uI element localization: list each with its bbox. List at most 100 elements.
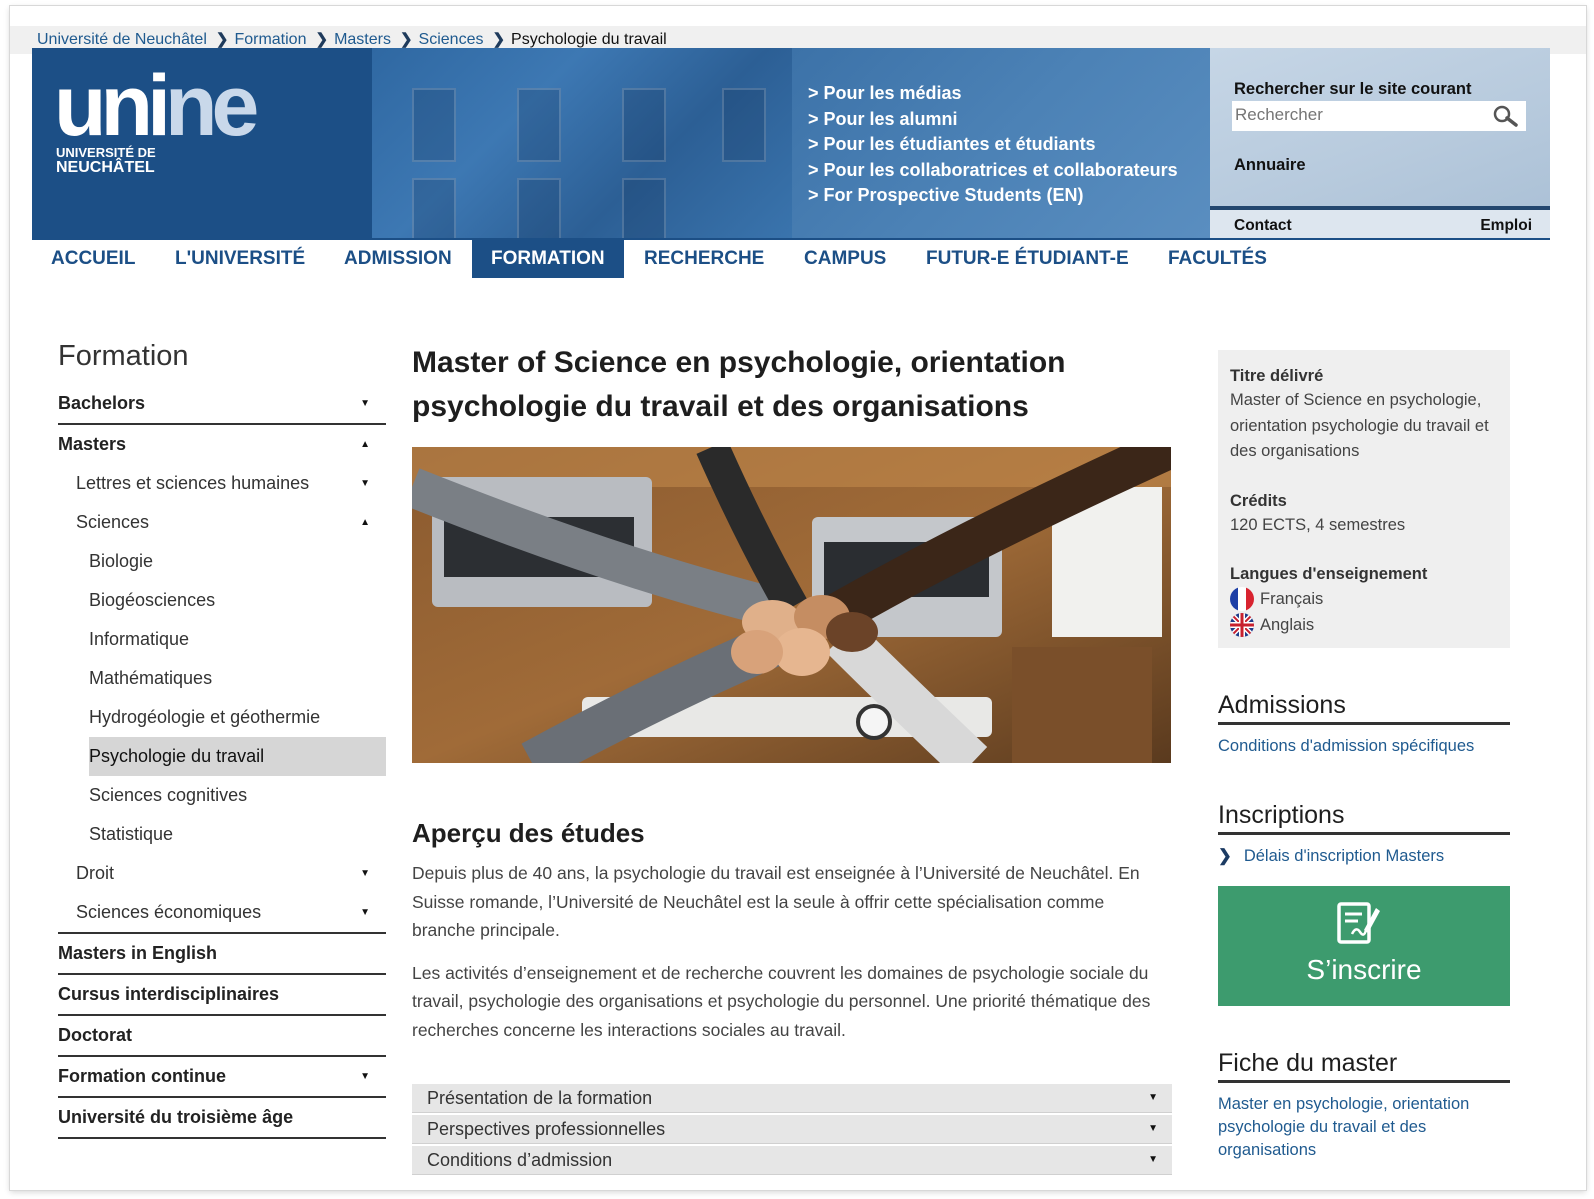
page-title-line2: psychologie du travail et des organisati… [412,390,1029,423]
sidebar-item-cursus-interdisciplinaires[interactable]: Cursus interdisciplinaires [58,975,386,1016]
nav-recherche[interactable]: RECHERCHE [644,240,764,278]
inscrire-label: S’inscrire [1306,954,1422,985]
caret-up-icon[interactable]: ▲ [360,503,370,542]
logo-text-uni: uni [54,58,171,154]
sidebar-item-lettres[interactable]: Lettres et sciences humaines ▼ [58,464,386,503]
nav-accueil[interactable]: ACCUEIL [51,240,135,278]
breadcrumb-current: Psychologie du travail [511,31,667,48]
main-nav: ACCUEIL L'UNIVERSITÉ ADMISSION FORMATION… [32,238,1550,280]
caret-down-icon[interactable]: ▼ [360,854,370,893]
sidebar-item-label: Droit [76,863,115,883]
sidebar-item-statistique[interactable]: Statistique [58,815,386,854]
chevron-right-icon: ❯ [1218,847,1232,865]
admissions-heading: Admissions [1218,688,1510,725]
inscription-deadlines-link[interactable]: ❯ Délais d'inscription Masters [1218,845,1510,868]
sidebar-item-droit[interactable]: Droit ▼ [58,854,386,893]
inscrire-button[interactable]: S’inscrire [1218,886,1510,1006]
overview-paragraph-1: Depuis plus de 40 ans, la psychologie du… [412,863,1140,940]
search-title: Rechercher sur le site courant [1234,80,1472,98]
chevron-right-icon: ❯ [399,31,413,48]
nav-universite[interactable]: L'UNIVERSITÉ [175,240,305,278]
caret-down-icon: ▼ [1148,1123,1158,1134]
nav-formation[interactable]: FORMATION [472,240,624,278]
accordion: Présentation de la formation ▼ Perspectiv… [412,1084,1172,1175]
inscription-deadlines-label: Délais d'inscription Masters [1243,847,1445,865]
titre-label: Titre délivré [1230,367,1324,385]
sidebar-item-biogeosciences[interactable]: Biogéosciences [58,581,386,620]
page-title-line1: Master of Science en psychologie, orient… [412,346,1066,379]
audience-links: > Pour les médias > Pour les alumni > Po… [792,48,1210,238]
sidebar-title: Formation [58,340,189,372]
caret-down-icon[interactable]: ▼ [360,893,370,932]
accordion-label: Conditions d’admission [427,1150,613,1170]
sidebar-item-label: Sciences économiques [76,902,262,922]
link-medias[interactable]: > Pour les médias [808,81,1178,107]
search-box[interactable] [1232,101,1526,131]
sidebar-item-psychologie-travail[interactable]: Psychologie du travail [89,737,386,776]
langues-label: Langues d'enseignement [1230,565,1428,583]
right-sidebar: Titre délivré Master of Science en psych… [1218,350,1510,1162]
chevron-right-icon: ❯ [215,31,229,48]
language-label: Français [1260,590,1324,608]
breadcrumb-link-unine[interactable]: Université de Neuchâtel [37,31,207,49]
nav-facultes[interactable]: FACULTÉS [1168,240,1267,278]
sidebar-item-sciences-economiques[interactable]: Sciences économiques ▼ [58,893,386,934]
sidebar-item-doctorat[interactable]: Doctorat [58,1016,386,1057]
caret-down-icon[interactable]: ▼ [360,464,370,503]
breadcrumb-link-formation[interactable]: Formation [234,31,306,49]
sidebar-item-troisieme-age[interactable]: Université du troisième âge [58,1098,386,1139]
sidebar-item-label: Masters [58,434,127,454]
sidebar-item-formation-continue[interactable]: Formation continue ▼ [58,1057,386,1098]
caret-down-icon[interactable]: ▼ [360,384,370,423]
contact-link[interactable]: Contact [1234,217,1292,235]
nav-admission[interactable]: ADMISSION [344,240,452,278]
fiche-master-link[interactable]: Master en psychologie, orientation psych… [1218,1095,1469,1159]
sidebar-item-sciences[interactable]: Sciences ▲ [58,503,386,542]
caret-down-icon[interactable]: ▼ [360,1057,370,1096]
language-item-english: Anglais [1230,612,1498,638]
sidebar-item-mathematiques[interactable]: Mathématiques [58,659,386,698]
breadcrumb-link-masters[interactable]: Masters [334,31,391,49]
sidebar-item-sciences-cognitives[interactable]: Sciences cognitives [58,776,386,815]
search-panel: Rechercher sur le site courant Annuaire … [1210,48,1550,238]
admission-conditions-link[interactable]: Conditions d'admission spécifiques [1218,737,1474,755]
sidebar-item-hydrogeologie[interactable]: Hydrogéologie et géothermie [58,698,386,737]
link-collaborateurs[interactable]: > Pour les collaboratrices et collaborat… [808,158,1178,184]
breadcrumb-link-sciences[interactable]: Sciences [419,31,484,49]
search-input[interactable] [1235,105,1475,125]
sidebar-item-label: Formation continue [58,1066,226,1086]
credits-label: Crédits [1230,491,1287,510]
sidebar-item-label: Lettres et sciences humaines [76,473,310,493]
caret-up-icon[interactable]: ▲ [360,425,370,464]
logo-subtitle-city: NEUCHÂTEL [56,159,155,176]
accordion-conditions[interactable]: Conditions d’admission ▼ [412,1146,1172,1175]
sidebar-item-masters[interactable]: Masters ▲ [58,425,386,464]
chevron-right-icon: ❯ [492,31,506,48]
logo-block[interactable]: unine UNIVERSITÉ DE NEUCHÂTEL [32,48,372,238]
credits-value: 120 ECTS, 4 semestres [1230,515,1406,534]
accordion-presentation[interactable]: Présentation de la formation ▼ [412,1084,1172,1113]
titre-value: Master of Science en psychologie, orient… [1230,391,1489,460]
nav-campus[interactable]: CAMPUS [804,240,886,278]
link-alumni[interactable]: > Pour les alumni [808,107,1178,133]
caret-down-icon: ▼ [1148,1092,1158,1103]
accordion-perspectives[interactable]: Perspectives professionnelles ▼ [412,1115,1172,1144]
browser-frame: Université de Neuchâtel ❯ Formation ❯ Ma… [10,6,1586,1190]
french-flag-icon [1230,587,1254,611]
accordion-label: Perspectives professionnelles [427,1119,666,1139]
link-prospective-students[interactable]: > For Prospective Students (EN) [808,183,1178,209]
emploi-link[interactable]: Emploi [1480,217,1532,235]
logo[interactable]: unine [54,56,259,156]
search-icon[interactable] [1492,105,1518,127]
annuaire-link[interactable]: Annuaire [1234,156,1306,175]
fiche-heading: Fiche du master [1218,1046,1510,1083]
nav-futur-etudiant[interactable]: FUTUR-E ÉTUDIANT-E [926,240,1129,278]
uk-flag-icon [1230,613,1254,637]
link-etudiants[interactable]: > Pour les étudiantes et étudiants [808,132,1178,158]
sidebar-item-label: Bachelors [58,393,146,413]
site-header: unine UNIVERSITÉ DE NEUCHÂTEL > Pour les… [32,48,1550,238]
sidebar-item-bachelors[interactable]: Bachelors ▼ [58,384,386,425]
sidebar-item-masters-english[interactable]: Masters in English [58,934,386,975]
sidebar-item-biologie[interactable]: Biologie [58,542,386,581]
sidebar-item-informatique[interactable]: Informatique [58,620,386,659]
